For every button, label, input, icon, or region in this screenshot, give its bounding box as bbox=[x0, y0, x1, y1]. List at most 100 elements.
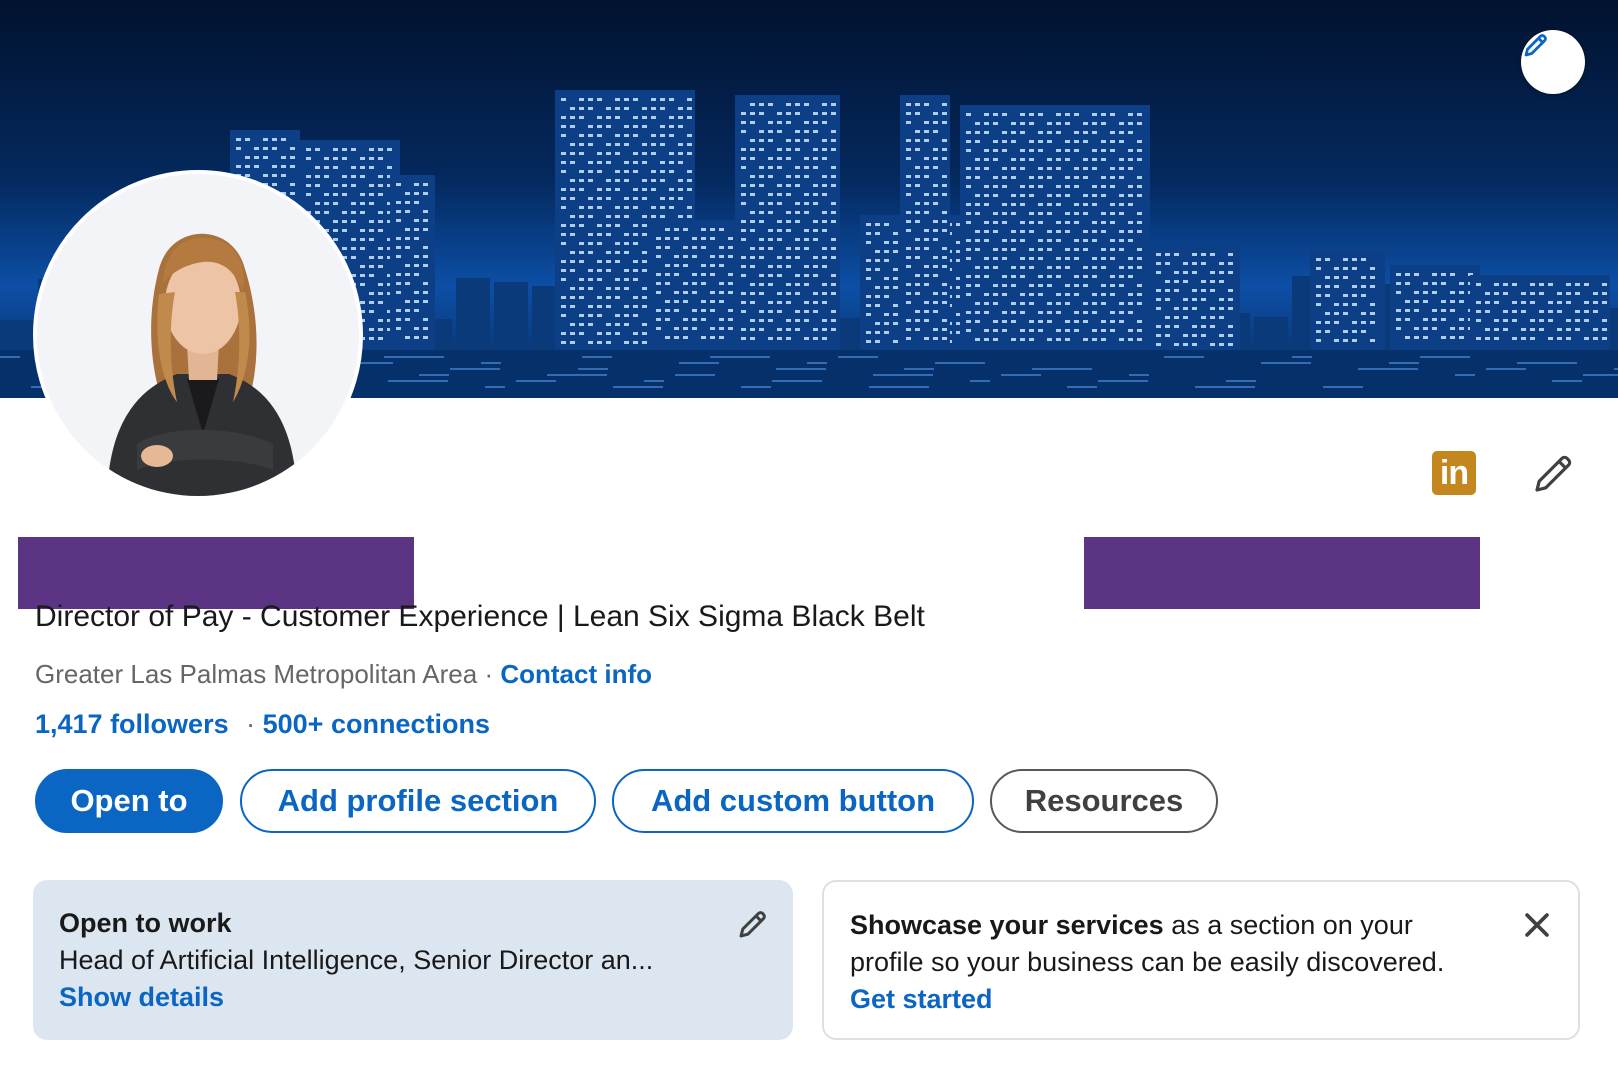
skyline-shape bbox=[687, 206, 692, 209]
skyline-shape bbox=[1038, 221, 1043, 224]
skyline-shape bbox=[378, 265, 383, 268]
connections-link[interactable]: 500+ connections bbox=[263, 709, 490, 739]
skyline-shape bbox=[1361, 285, 1366, 288]
skyline-shape bbox=[777, 328, 782, 331]
skyline-shape bbox=[579, 206, 584, 209]
profile-photo[interactable] bbox=[33, 170, 363, 500]
skyline-shape bbox=[561, 134, 566, 137]
skyline-shape bbox=[906, 229, 911, 232]
skyline-shape bbox=[665, 246, 670, 249]
skyline-shape bbox=[1029, 338, 1034, 341]
skyline-shape bbox=[1228, 289, 1233, 292]
skyline-shape bbox=[1101, 266, 1106, 269]
skyline-shape bbox=[1020, 185, 1025, 188]
skyline-shape bbox=[1092, 131, 1097, 134]
add-profile-section-button[interactable]: Add profile section bbox=[240, 769, 596, 833]
skyline-shape bbox=[1092, 275, 1097, 278]
skyline-shape bbox=[1029, 257, 1034, 260]
skyline-shape bbox=[1137, 221, 1142, 224]
skyline-shape bbox=[786, 184, 791, 187]
skyline-shape bbox=[342, 229, 347, 232]
skyline-shape bbox=[831, 220, 836, 223]
skyline-shape bbox=[606, 107, 611, 110]
linkedin-logo-icon[interactable]: in bbox=[1432, 451, 1476, 495]
skyline-shape bbox=[1119, 122, 1124, 125]
skyline-shape bbox=[822, 139, 827, 142]
skyline-shape bbox=[813, 328, 818, 331]
skyline-shape bbox=[1020, 266, 1025, 269]
open-to-button[interactable]: Open to bbox=[35, 769, 223, 833]
followers-link[interactable]: 1,417 followers bbox=[35, 709, 229, 739]
skyline-shape bbox=[1029, 293, 1034, 296]
skyline-shape bbox=[1530, 337, 1535, 340]
skyline-shape bbox=[570, 179, 575, 182]
skyline-shape bbox=[579, 152, 584, 155]
skyline-shape bbox=[768, 247, 773, 250]
skyline-shape bbox=[561, 188, 566, 191]
skyline-shape bbox=[1156, 325, 1161, 328]
skyline-shape bbox=[933, 157, 938, 160]
skyline-shape bbox=[369, 193, 374, 196]
skyline-shape bbox=[906, 247, 911, 250]
skyline-shape bbox=[633, 305, 638, 308]
show-details-link[interactable]: Show details bbox=[59, 982, 767, 1013]
skyline-shape bbox=[678, 188, 683, 191]
skyline-shape bbox=[570, 233, 575, 236]
skyline-shape bbox=[642, 341, 647, 344]
skyline-shape bbox=[561, 98, 566, 101]
skyline-shape bbox=[1414, 300, 1419, 303]
skyline-shape bbox=[678, 152, 683, 155]
skyline-shape bbox=[290, 165, 295, 168]
skyline-shape bbox=[1201, 262, 1206, 265]
skyline-shape bbox=[1156, 253, 1161, 256]
skyline-shape bbox=[579, 287, 584, 290]
skyline-shape bbox=[624, 125, 629, 128]
skyline-shape bbox=[1575, 319, 1580, 322]
skyline-shape bbox=[1002, 203, 1007, 206]
skyline-shape bbox=[893, 268, 898, 271]
skyline-shape bbox=[360, 283, 365, 286]
skyline-shape bbox=[759, 220, 764, 223]
banner-edit-button[interactable] bbox=[1521, 30, 1585, 94]
add-custom-button-button[interactable]: Add custom button bbox=[612, 769, 974, 833]
skyline-shape bbox=[933, 328, 938, 331]
contact-info-link[interactable]: Contact info bbox=[500, 659, 652, 689]
skyline-shape bbox=[1183, 343, 1188, 346]
skyline-shape bbox=[570, 323, 575, 326]
skyline-shape bbox=[570, 305, 575, 308]
skyline-shape bbox=[1602, 283, 1607, 286]
skyline-shape bbox=[750, 193, 755, 196]
skyline-shape bbox=[822, 193, 827, 196]
skyline-shape bbox=[786, 337, 791, 340]
skyline-shape bbox=[324, 157, 329, 160]
skyline-shape bbox=[875, 232, 880, 235]
skyline-shape bbox=[924, 103, 929, 106]
skyline-shape bbox=[966, 311, 971, 314]
skyline-shape bbox=[759, 184, 764, 187]
skyline-shape bbox=[1183, 298, 1188, 301]
skyline-shape bbox=[804, 103, 809, 106]
skyline-shape bbox=[561, 278, 566, 281]
skyline-shape bbox=[692, 237, 697, 240]
skyline-shape bbox=[741, 256, 746, 259]
skyline-shape bbox=[1219, 316, 1224, 319]
skyline-shape bbox=[1038, 311, 1043, 314]
skyline-shape bbox=[875, 259, 880, 262]
skyline-shape bbox=[414, 228, 419, 231]
skyline-shape bbox=[966, 248, 971, 251]
skyline-shape bbox=[750, 265, 755, 268]
skyline-shape bbox=[1137, 329, 1142, 332]
skyline-shape bbox=[875, 295, 880, 298]
skyline-shape bbox=[768, 301, 773, 304]
skyline-shape bbox=[822, 157, 827, 160]
skyline-shape bbox=[624, 341, 629, 344]
close-button[interactable] bbox=[1520, 908, 1554, 942]
skyline-shape bbox=[741, 229, 746, 232]
intro-edit-button[interactable] bbox=[1530, 449, 1578, 497]
open-to-work-edit-button[interactable] bbox=[735, 906, 771, 942]
skyline-shape bbox=[360, 166, 365, 169]
skyline-shape bbox=[804, 139, 809, 142]
get-started-link[interactable]: Get started bbox=[850, 984, 1552, 1015]
resources-button[interactable]: Resources bbox=[990, 769, 1218, 833]
skyline-shape bbox=[1441, 300, 1446, 303]
